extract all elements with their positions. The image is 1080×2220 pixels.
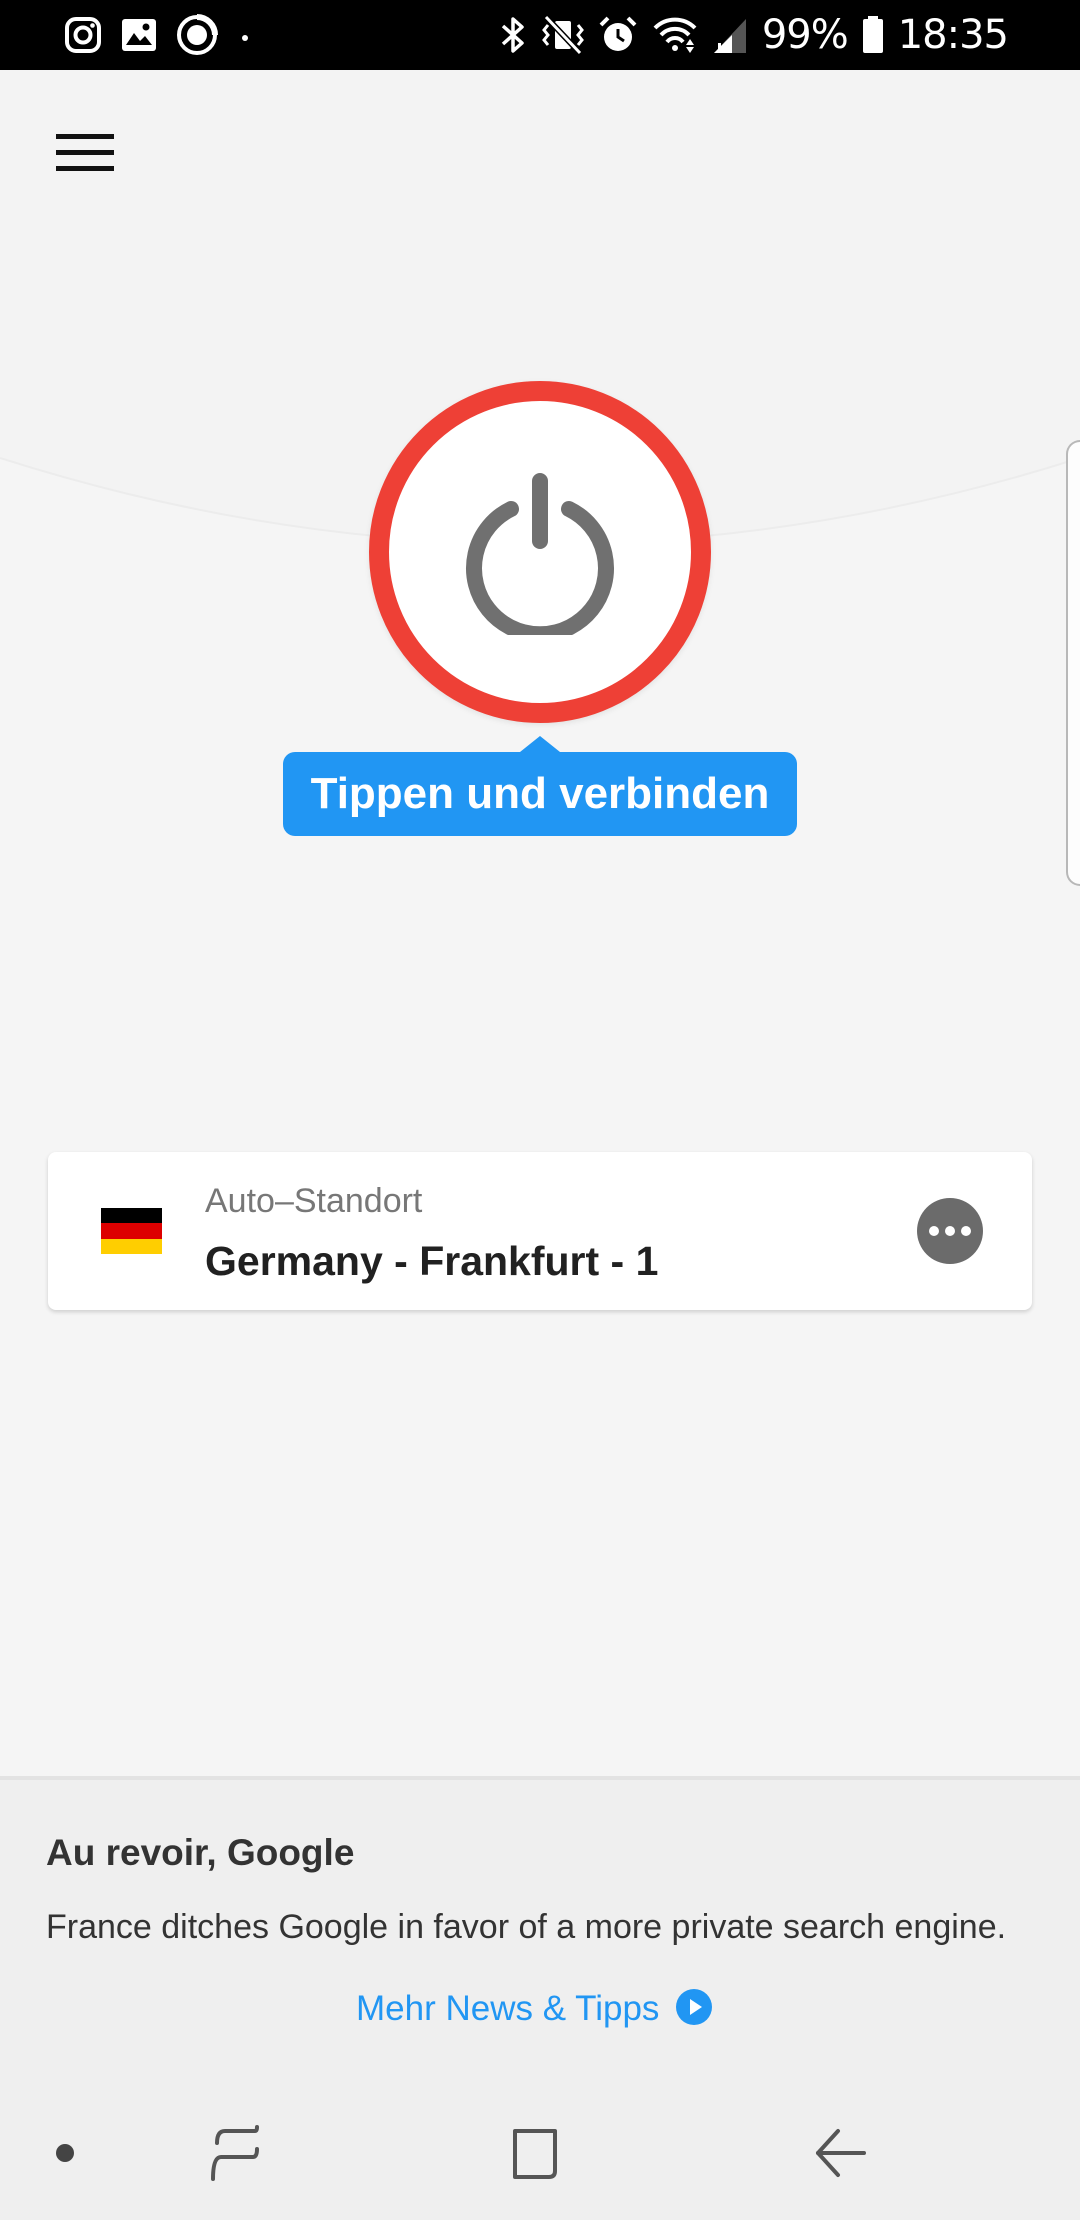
back-icon xyxy=(812,2125,868,2186)
hamburger-menu-button[interactable] xyxy=(40,120,130,190)
news-title[interactable]: Au revoir, Google xyxy=(46,1832,354,1874)
connect-tooltip: Tippen und verbinden xyxy=(283,736,797,836)
navigation-bar xyxy=(0,2080,1080,2220)
battery-percent: 99% xyxy=(761,12,849,58)
hamburger-menu-icon xyxy=(56,132,114,179)
vibrate-icon xyxy=(541,15,584,55)
status-bar: 99% 18:35 xyxy=(0,0,1080,70)
germany-flag-icon xyxy=(101,1208,162,1254)
instagram-icon xyxy=(64,16,102,54)
dot-icon xyxy=(55,2143,75,2168)
more-options-icon xyxy=(929,1226,939,1236)
nav-dot-button[interactable] xyxy=(40,2120,90,2190)
record-icon xyxy=(176,14,218,56)
alarm-icon xyxy=(598,15,638,55)
more-options-button[interactable] xyxy=(917,1198,983,1264)
news-body[interactable]: France ditches Google in favor of a more… xyxy=(46,1908,1066,1947)
play-circle-icon[interactable] xyxy=(675,1988,713,2031)
home-button[interactable] xyxy=(490,2100,580,2210)
notification-icons xyxy=(64,12,254,58)
back-button[interactable] xyxy=(795,2100,885,2210)
location-label: Auto–Standort xyxy=(205,1182,423,1220)
gallery-icon xyxy=(120,17,158,53)
bluetooth-icon xyxy=(498,15,528,55)
battery-icon xyxy=(862,15,884,55)
more-news-link[interactable]: Mehr News & Tipps xyxy=(356,1980,713,2038)
location-name: Germany - Frankfurt - 1 xyxy=(205,1238,659,1284)
location-card[interactable]: Auto–Standort Germany - Frankfurt - 1 xyxy=(48,1152,1032,1310)
recent-apps-button[interactable] xyxy=(190,2100,280,2210)
edge-panel-handle[interactable] xyxy=(1066,440,1080,886)
home-icon xyxy=(507,2125,563,2186)
signal-icon xyxy=(712,15,748,55)
more-news-link-text[interactable]: Mehr News & Tipps xyxy=(356,1989,659,2029)
dot-icon xyxy=(236,26,254,44)
connect-tooltip-text: Tippen und verbinden xyxy=(310,769,770,818)
clock: 18:35 xyxy=(897,12,1009,58)
connect-power-button[interactable] xyxy=(369,381,711,723)
recent-apps-icon xyxy=(207,2123,263,2188)
power-icon xyxy=(455,465,625,642)
wifi-icon xyxy=(652,15,698,55)
system-icons: 99% 18:35 xyxy=(498,8,1009,62)
news-section: Au revoir, Google France ditches Google … xyxy=(0,1780,1080,2080)
